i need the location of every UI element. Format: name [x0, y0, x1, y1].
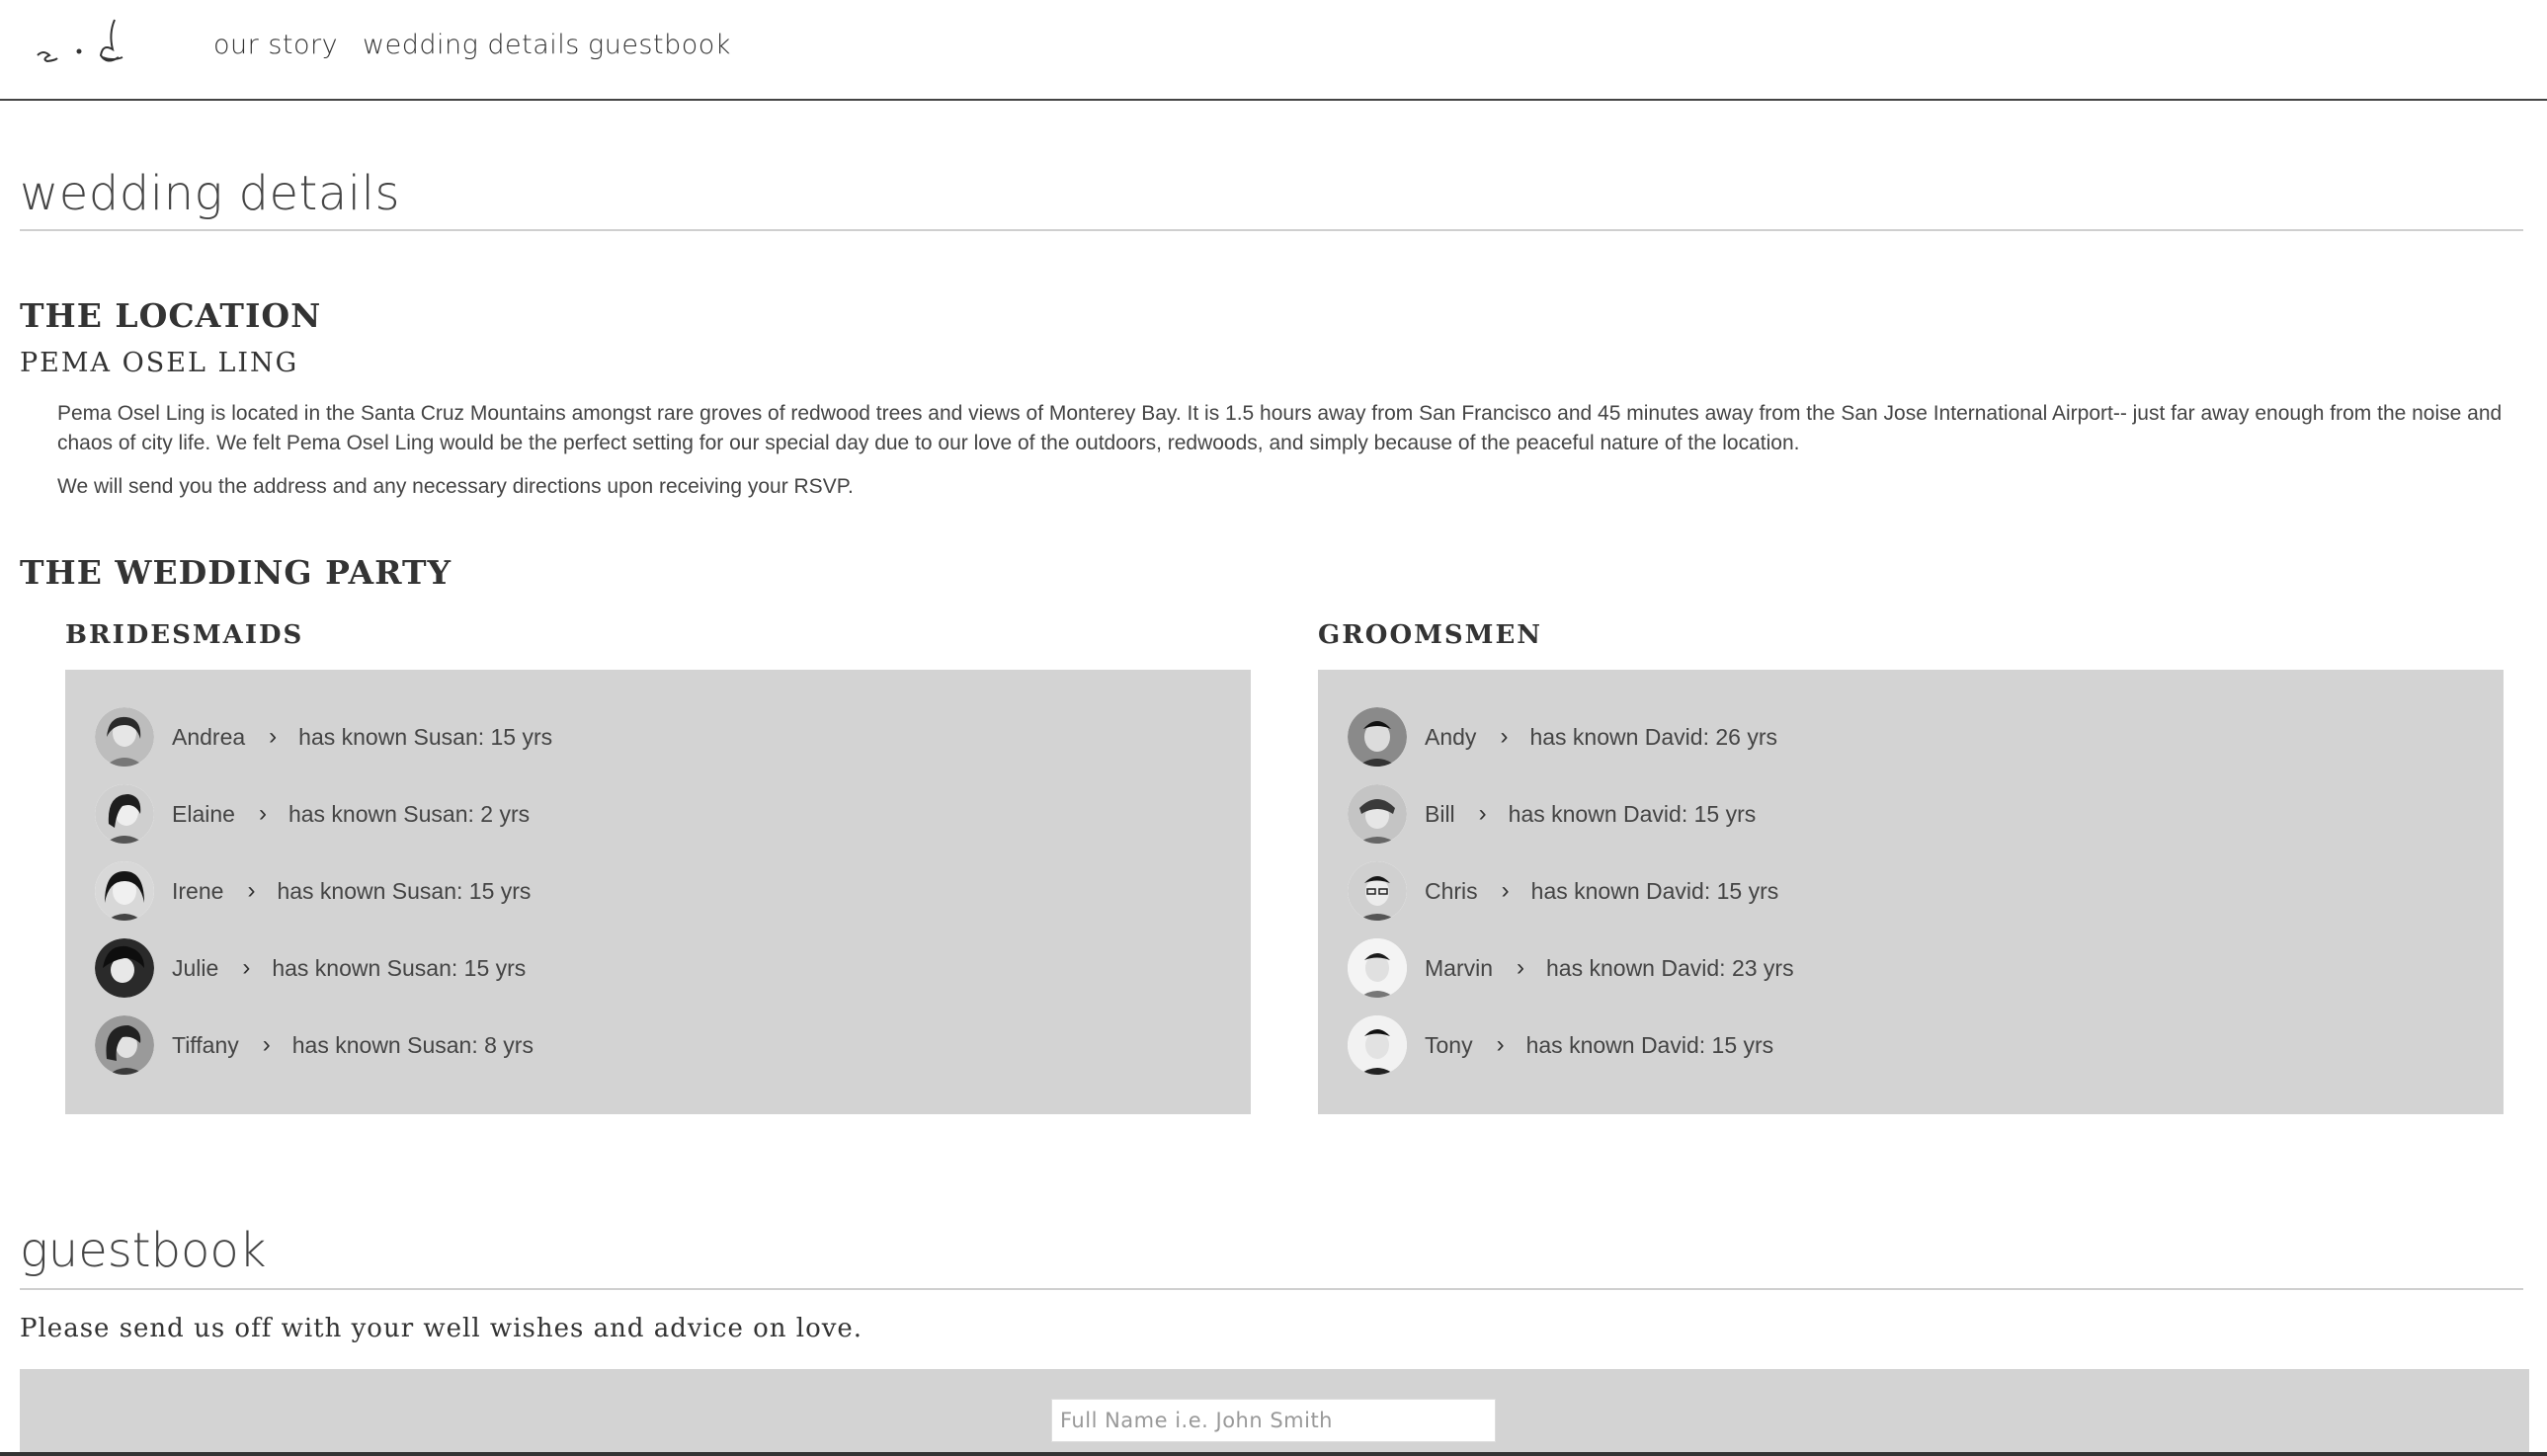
member-known: has known David: 15 yrs: [1530, 877, 1779, 904]
member-name: Andrea: [172, 723, 246, 750]
avatar: [95, 938, 154, 998]
chevron-right-icon: ›: [1478, 800, 1487, 827]
member-name: Elaine: [172, 800, 235, 827]
chevron-right-icon: ›: [247, 877, 256, 904]
groomsman-item[interactable]: Marvin › has known David: 23 yrs: [1348, 936, 1794, 1000]
member-name: Julie: [172, 954, 219, 981]
groomsman-item[interactable]: Chris › has known David: 15 yrs: [1348, 859, 1778, 923]
member-name: Bill: [1425, 800, 1455, 827]
nav-our-story[interactable]: our story: [213, 30, 338, 60]
location-name: PEMA OSEL LING: [20, 348, 299, 378]
member-known: has known Susan: 15 yrs: [277, 877, 532, 904]
full-name-input[interactable]: [1051, 1399, 1496, 1442]
groomsman-item[interactable]: Andy › has known David: 26 yrs: [1348, 705, 1777, 768]
wedding-party-heading: THE WEDDING PARTY: [20, 553, 452, 592]
title-divider: [20, 229, 2523, 231]
chevron-right-icon: ›: [1500, 723, 1509, 750]
avatar: [1348, 861, 1407, 921]
avatar: [95, 707, 154, 767]
location-rsvp-note: We will send you the address and any nec…: [57, 475, 854, 498]
window-bottom-edge: [0, 1452, 2547, 1456]
nav-wedding-details[interactable]: wedding details: [363, 30, 580, 60]
bridesmaid-item[interactable]: Andrea › has known Susan: 15 yrs: [95, 705, 552, 768]
groomsmen-title: GROOMSMEN: [1318, 620, 1543, 650]
location-description: Pema Osel Ling is located in the Santa C…: [57, 402, 2503, 454]
logo-icon[interactable]: [34, 18, 128, 73]
bridesmaid-item[interactable]: Elaine › has known Susan: 2 yrs: [95, 782, 530, 846]
member-known: has known Susan: 15 yrs: [272, 954, 527, 981]
groomsmen-panel: Andy › has known David: 26 yrs Bill › ha…: [1318, 670, 2504, 1114]
guestbook-form: [20, 1369, 2529, 1456]
avatar: [1348, 938, 1407, 998]
chevron-right-icon: ›: [258, 800, 267, 827]
member-name: Irene: [172, 877, 224, 904]
member-name: Tony: [1425, 1031, 1473, 1058]
chevron-right-icon: ›: [1496, 1031, 1505, 1058]
member-known: has known David: 15 yrs: [1508, 800, 1757, 827]
page-title: wedding details: [20, 166, 400, 221]
guestbook-divider: [20, 1288, 2523, 1290]
chevron-right-icon: ›: [1517, 954, 1525, 981]
bridesmaid-item[interactable]: Irene › has known Susan: 15 yrs: [95, 859, 531, 923]
avatar: [95, 861, 154, 921]
location-heading: THE LOCATION: [20, 296, 322, 335]
member-known: has known Susan: 2 yrs: [288, 800, 531, 827]
avatar: [1348, 784, 1407, 844]
avatar: [95, 1015, 154, 1075]
member-known: has known David: 15 yrs: [1525, 1031, 1774, 1058]
bridesmaids-title: BRIDESMAIDS: [65, 620, 304, 650]
member-name: Marvin: [1425, 954, 1494, 981]
groomsman-item[interactable]: Bill › has known David: 15 yrs: [1348, 782, 1756, 846]
member-known: has known Susan: 15 yrs: [298, 723, 553, 750]
nav-guestbook[interactable]: guestbook: [588, 30, 731, 60]
chevron-right-icon: ›: [269, 723, 278, 750]
bridesmaids-panel: Andrea › has known Susan: 15 yrs Elaine …: [65, 670, 1251, 1114]
member-known: has known David: 26 yrs: [1529, 723, 1778, 750]
member-known: has known Susan: 8 yrs: [291, 1031, 534, 1058]
member-name: Chris: [1425, 877, 1478, 904]
avatar: [1348, 1015, 1407, 1075]
chevron-right-icon: ›: [262, 1031, 271, 1058]
member-known: has known David: 23 yrs: [1546, 954, 1794, 981]
bridesmaid-item[interactable]: Tiffany › has known Susan: 8 yrs: [95, 1013, 534, 1077]
groomsman-item[interactable]: Tony › has known David: 15 yrs: [1348, 1013, 1773, 1077]
avatar: [1348, 707, 1407, 767]
guestbook-title: guestbook: [20, 1223, 267, 1278]
top-nav: our story wedding details guestbook: [0, 0, 2547, 101]
chevron-right-icon: ›: [242, 954, 251, 981]
bridesmaid-item[interactable]: Julie › has known Susan: 15 yrs: [95, 936, 526, 1000]
chevron-right-icon: ›: [1501, 877, 1510, 904]
member-name: Tiffany: [172, 1031, 239, 1058]
guestbook-subtitle: Please send us off with your well wishes…: [20, 1314, 863, 1343]
member-name: Andy: [1425, 723, 1477, 750]
avatar: [95, 784, 154, 844]
